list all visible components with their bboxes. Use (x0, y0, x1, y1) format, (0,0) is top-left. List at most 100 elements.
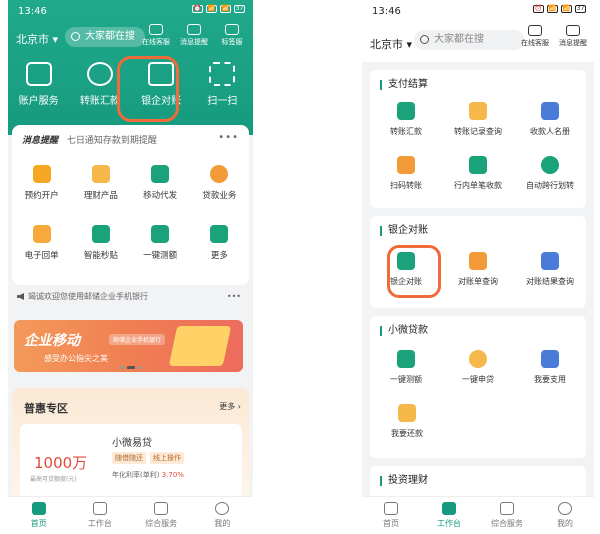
tab-label: 我的 (557, 519, 573, 528)
status-time: 13:46 (18, 6, 47, 17)
account-service-button[interactable]: 账户服务 (15, 62, 63, 107)
headset-icon (528, 25, 542, 36)
gear-icon (225, 24, 239, 35)
service-item[interactable]: 一键申贷 (443, 350, 513, 385)
tab-home[interactable]: 首页 (14, 497, 64, 534)
item-label: 一键测额 (390, 375, 422, 384)
grid-item[interactable]: 理财产品 (73, 165, 128, 201)
service-item[interactable]: 收款人名册 (515, 102, 585, 137)
section-microloan: 小微贷款 一键测额 一键申贷 我要支用 我要还款 (370, 316, 586, 458)
service-item[interactable]: 转账汇款 (371, 102, 441, 137)
signal-icon: 📶 (206, 5, 217, 13)
more-link[interactable]: 更多 › (219, 401, 241, 412)
grid-item-label: 更多 (210, 251, 228, 261)
tab-service[interactable]: 综合服务 (482, 497, 532, 534)
settings-button[interactable]: 标签服 (215, 24, 249, 47)
service-item[interactable]: 自动跨行划转 (515, 156, 585, 191)
message-title: 消息提醒 (22, 136, 59, 146)
city-label: 北京市 (370, 38, 403, 51)
service-item[interactable]: 转账记录查询 (443, 102, 513, 137)
section-row: 一键测额 一键申贷 我要支用 (370, 350, 586, 385)
online-service-button[interactable]: 在线客服 (139, 24, 173, 47)
status-bar: 13:46 ⏰ 📶 📶 37 (362, 0, 594, 20)
grid-item-label: 理财产品 (83, 191, 118, 201)
city-selector[interactable]: 北京市 ▾ (370, 36, 412, 52)
message-card: 消息提醒 七日通知存款到期提醒 ••• 预约开户 理财产品 移动代发 贷款业务 … (12, 125, 249, 285)
service-item[interactable]: 我要支用 (515, 350, 585, 385)
header-tools: 在线客服 消息提醒 (518, 25, 590, 48)
notice-text: 竭诚欢迎您使用邮储企业手机银行 (28, 292, 148, 301)
highlight-ring (387, 245, 441, 298)
more-dots-icon[interactable]: ••• (227, 287, 241, 307)
collect-icon (469, 156, 487, 174)
grid-item[interactable]: 一键测额 (133, 225, 188, 261)
city-label: 北京市 (16, 33, 49, 46)
search-input[interactable]: 大家都在搜 (65, 27, 145, 47)
home-icon (384, 502, 398, 515)
status-icons: ⏰ 📶 📶 37 (533, 5, 586, 13)
banner-tag: 邮储企业手机银行 (109, 334, 166, 345)
quick-label: 转账汇款 (79, 96, 120, 107)
grid-item[interactable]: 智能秒贴 (73, 225, 128, 261)
calc-icon (151, 225, 170, 243)
service-item[interactable]: 我要还款 (372, 404, 442, 439)
qr-icon (397, 156, 415, 174)
puhui-section: 普惠专区 更多 › 1000万 最高可贷额度(元) 小微易贷 随借随还 线上操作… (12, 388, 249, 500)
search-icon (420, 35, 429, 44)
notice-bar[interactable]: 竭诚欢迎您使用邮储企业手机银行 ••• (12, 287, 249, 307)
grid-item[interactable]: 预约开户 (14, 165, 69, 201)
alarm-icon: ⏰ (192, 5, 203, 13)
promo-banner[interactable]: 企业移动 邮储企业手机银行 感受办公指尖之美 (14, 320, 243, 372)
online-service-button[interactable]: 在线客服 (518, 25, 552, 48)
service-item[interactable]: 行内单笔收款 (443, 156, 513, 191)
headset-icon (149, 24, 163, 35)
payee-icon (541, 102, 559, 120)
service-item[interactable]: 一键测额 (371, 350, 441, 385)
search-row: 北京市 ▾ 大家都在搜 在线客服 消息提醒 标签服 (8, 24, 253, 50)
message-header[interactable]: 消息提醒 七日通知存款到期提醒 (22, 133, 157, 146)
search-placeholder: 大家都在搜 (85, 31, 135, 42)
tab-workbench[interactable]: 工作台 (75, 497, 125, 534)
banner-illustration (168, 326, 232, 366)
message-icon (187, 24, 201, 35)
service-item[interactable]: 对账单查询 (443, 252, 513, 287)
tool-label: 在线客服 (521, 39, 549, 47)
right-header-area: 13:46 ⏰ 📶 📶 37 北京市 ▾ 大家都在搜 在线客服 消息提醒 (362, 0, 594, 62)
tab-home[interactable]: 首页 (366, 497, 416, 534)
message-button[interactable]: 消息提醒 (177, 24, 211, 47)
grid-item-label: 智能秒贴 (83, 251, 118, 261)
tab-label: 首页 (30, 519, 47, 528)
grid-item-label: 一键测额 (143, 251, 178, 261)
loan-amount: 1000万 (34, 454, 88, 472)
more-dots-icon[interactable]: ••• (218, 132, 239, 143)
grid-item-label: 移动代发 (143, 191, 178, 201)
tab-profile[interactable]: 我的 (197, 497, 247, 534)
service-item[interactable]: 对账结果查询 (515, 252, 585, 287)
finance-icon (91, 165, 110, 183)
city-selector[interactable]: 北京市 ▾ (16, 31, 58, 47)
service-item[interactable]: 扫码转账 (371, 156, 441, 191)
service-icon (154, 502, 169, 515)
transfer-icon (86, 62, 113, 86)
loan-card[interactable]: 1000万 最高可贷额度(元) 小微易贷 随借随还 线上操作 年化利率(单利) … (20, 424, 242, 500)
payroll-icon (151, 165, 170, 183)
tool-label: 消息提醒 (180, 38, 208, 46)
transfer-icon (397, 102, 415, 120)
tab-profile[interactable]: 我的 (540, 497, 590, 534)
grid-item[interactable]: 更多 (192, 225, 247, 261)
grid-item[interactable]: 贷款业务 (192, 165, 247, 201)
item-label: 对账结果查询 (526, 277, 574, 286)
calc-icon (397, 350, 415, 368)
search-placeholder: 大家都在搜 (434, 34, 484, 45)
grid-item[interactable]: 电子回单 (14, 225, 69, 261)
message-button[interactable]: 消息提醒 (556, 25, 590, 48)
scan-button[interactable]: 扫一扫 (198, 62, 246, 107)
tab-workbench[interactable]: 工作台 (424, 497, 474, 534)
search-input[interactable]: 大家都在搜 (414, 30, 524, 50)
loan-amount-label: 最高可贷额度(元) (30, 476, 77, 483)
grid-item[interactable]: 移动代发 (133, 165, 188, 201)
message-icon (566, 25, 580, 36)
tab-service[interactable]: 综合服务 (136, 497, 186, 534)
tab-label: 综合服务 (491, 519, 523, 528)
banner-title: 企业移动 (24, 333, 80, 349)
